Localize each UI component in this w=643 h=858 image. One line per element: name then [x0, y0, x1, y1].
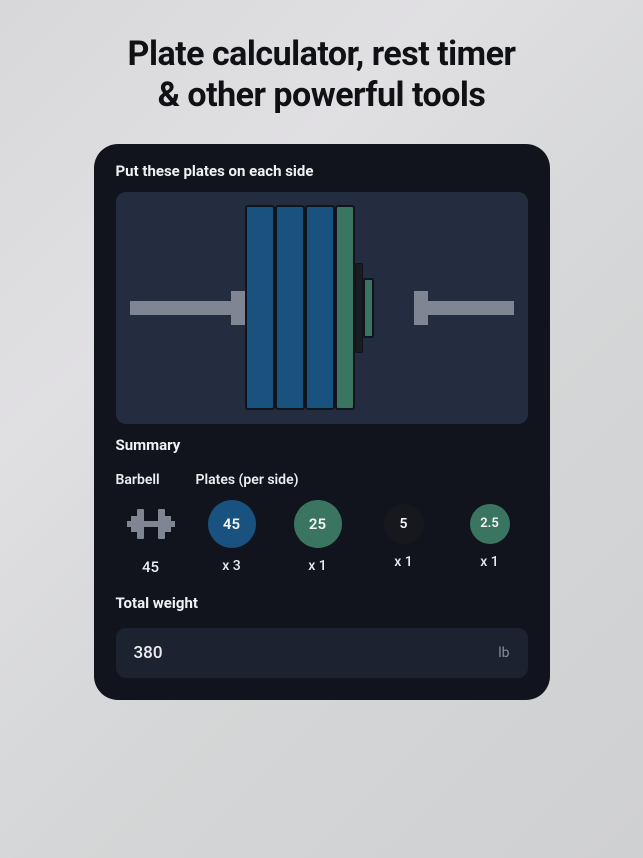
plate-2-5-icon — [363, 278, 374, 338]
plate-count: x 3 — [222, 558, 240, 574]
plate-circle-2-5: 2.5 — [470, 504, 510, 544]
plate-circle-45: 45 — [208, 500, 256, 548]
barbell-header: Barbell — [116, 472, 160, 490]
summary-title: Summary — [116, 436, 528, 454]
plates-column: Plates (per side) 45 x 3 25 x 1 5 x 1 2.… — [196, 472, 528, 574]
plate-entry: 5 x 1 — [372, 504, 436, 570]
bar-collar-left — [231, 291, 245, 325]
headline-line-2: & other powerful tools — [158, 75, 486, 115]
summary-row: Barbell 45 Plates (per side) 45 x 3 25 x… — [116, 466, 528, 576]
promo-headline: Plate calculator, rest timer & other pow… — [128, 34, 516, 116]
plate-circle-25: 25 — [294, 500, 342, 548]
headline-line-1: Plate calculator, rest timer — [128, 34, 516, 74]
barbell-icon — [123, 500, 179, 548]
barbell-illustration — [116, 192, 528, 424]
barbell-weight-value: 45 — [142, 558, 159, 576]
plate-entry: 45 x 3 — [200, 500, 264, 574]
plate-entry: 2.5 x 1 — [458, 504, 522, 570]
plate-45-icon — [245, 205, 275, 410]
barbell-column: Barbell 45 — [116, 472, 186, 576]
instruction-title: Put these plates on each side — [116, 162, 528, 180]
total-weight-title: Total weight — [116, 594, 528, 612]
plates-header: Plates (per side) — [196, 472, 299, 490]
plate-45-icon — [275, 205, 305, 410]
plate-entry: 25 x 1 — [286, 500, 350, 574]
total-weight-box[interactable]: 380 lb — [116, 628, 528, 678]
plate-count: x 1 — [480, 554, 498, 570]
plate-5-icon — [355, 263, 363, 353]
plates-stack — [245, 203, 374, 413]
plate-count: x 1 — [394, 554, 412, 570]
bar-shaft-right — [414, 301, 514, 315]
plates-circles-row: 45 x 3 25 x 1 5 x 1 2.5 x 1 — [196, 500, 528, 574]
plate-count: x 1 — [308, 558, 326, 574]
plate-calculator-card: Put these plates on each side Summary Ba… — [94, 144, 550, 700]
total-weight-unit: lb — [498, 645, 509, 661]
plate-45-icon — [305, 205, 335, 410]
plate-circle-5: 5 — [384, 504, 424, 544]
bar-shaft-left — [130, 301, 246, 315]
total-weight-value: 380 — [134, 643, 163, 663]
plate-25-icon — [335, 205, 355, 410]
